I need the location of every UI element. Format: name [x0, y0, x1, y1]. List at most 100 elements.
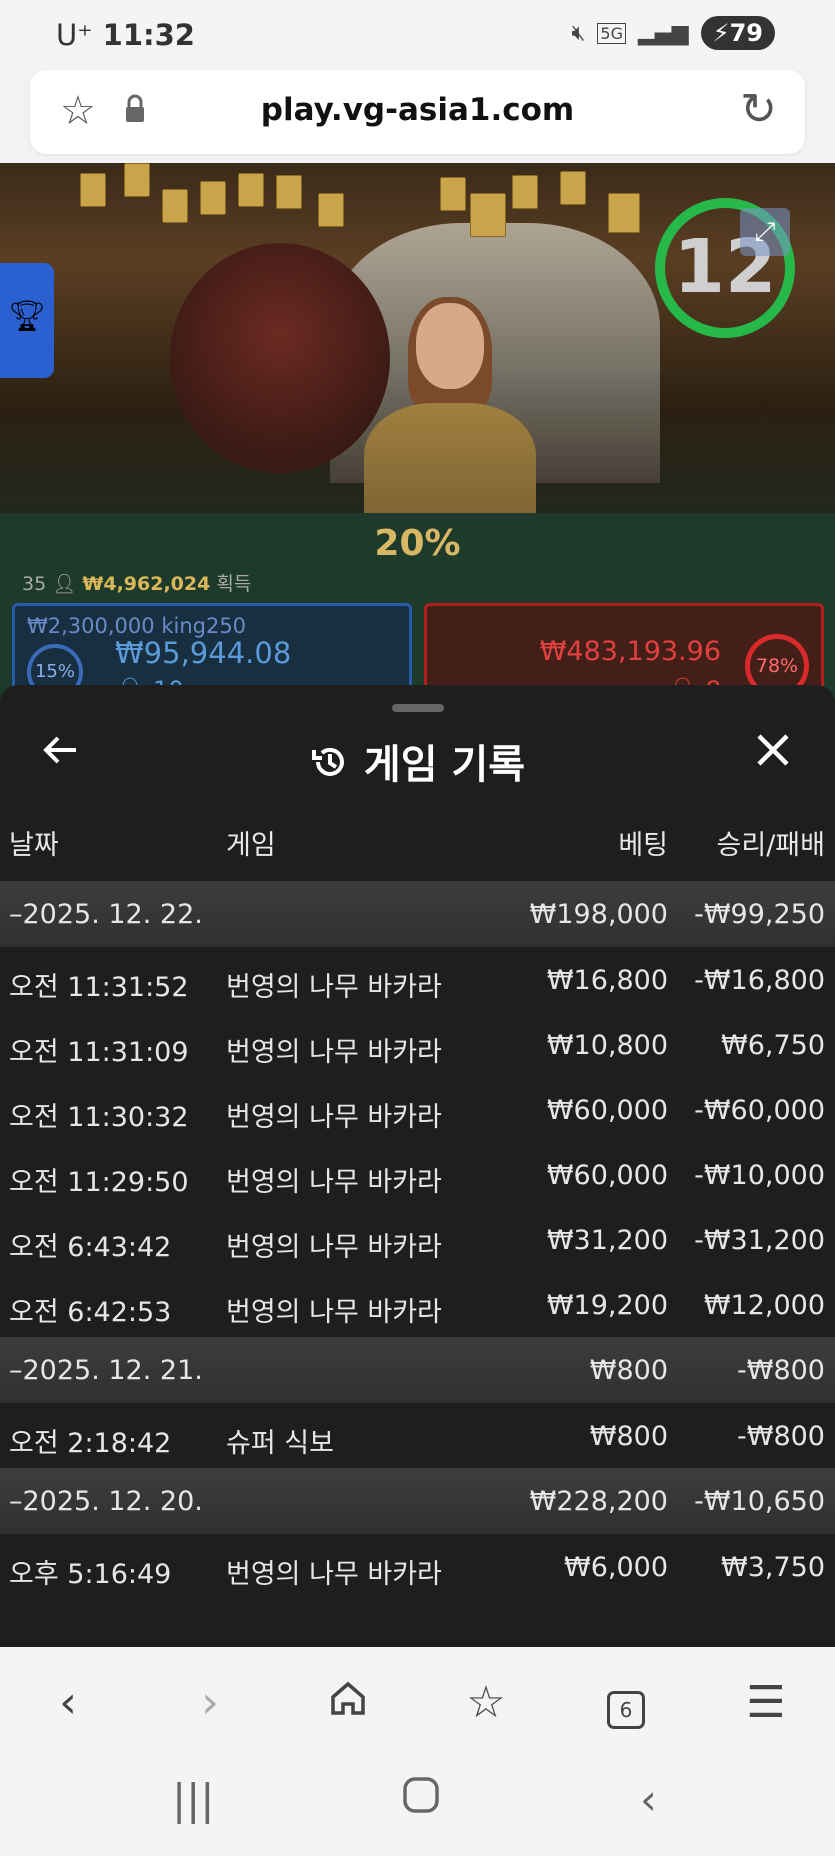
history-row: 오후 5:16:49 번영의 나무 바카라 ₩6,000 ₩3,750 [0, 1534, 835, 1599]
panel-title-text: 게임 기록 [363, 742, 526, 788]
close-icon[interactable] [753, 726, 793, 782]
status-bar: U⁺ 11:32 🔇︎ 5G ▂▄▆ ⚡79 [0, 0, 835, 70]
back-icon[interactable]: ‹ [38, 1677, 98, 1728]
carrier-label: U⁺ [56, 18, 93, 52]
win-amount: ₩4,962,024 [82, 573, 211, 595]
home-icon[interactable] [318, 1677, 378, 1730]
browser-nav-bar: ‹ › ☆ 6 ☰ [0, 1647, 835, 1757]
header-date: 날짜 [9, 830, 59, 861]
status-time-block: U⁺ 11:32 [56, 18, 195, 52]
tab-count: 6 [607, 1691, 645, 1729]
header-result: 승리/패배 [716, 830, 825, 861]
row-result: -₩60,000 [694, 1095, 825, 1126]
row-result: -₩31,200 [694, 1225, 825, 1256]
recent-apps-icon[interactable]: ||| [172, 1775, 214, 1824]
system-nav-bar: ||| ‹ [0, 1757, 835, 1856]
row-game: 번영의 나무 바카라 [226, 1167, 442, 1198]
row-date: 오후 5:16:49 [9, 1559, 172, 1590]
row-bet: ₩10,800 [546, 1030, 668, 1061]
row-date: –2025. 12. 22. [9, 899, 203, 930]
row-bet: ₩6,000 [564, 1552, 668, 1583]
history-row: 오전 6:43:42 번영의 나무 바카라 ₩31,200 -₩31,200 [0, 1207, 835, 1272]
date-group-row[interactable]: –2025. 12. 20. ₩228,200 -₩10,650 [0, 1468, 835, 1534]
player-prev: ₩2,300,000 king250 [27, 614, 246, 638]
hanging-card [560, 171, 586, 205]
hanging-card [470, 193, 506, 237]
row-bet: ₩31,200 [546, 1225, 668, 1256]
history-row: 오전 6:42:53 번영의 나무 바카라 ₩19,200 ₩12,000 [0, 1272, 835, 1337]
row-result: -₩800 [737, 1421, 825, 1452]
row-date: 오전 11:30:32 [9, 1102, 189, 1133]
history-row: 오전 11:29:50 번영의 나무 바카라 ₩60,000 -₩10,000 [0, 1142, 835, 1207]
row-game: 슈퍼 식보 [226, 1428, 334, 1459]
row-game: 번영의 나무 바카라 [226, 1297, 442, 1328]
dealer [350, 297, 550, 533]
hanging-card [608, 193, 640, 233]
row-game: 번영의 나무 바카라 [226, 972, 442, 1003]
row-result: ₩3,750 [721, 1552, 825, 1583]
player-prev-amount: ₩2,300,000 [27, 614, 155, 638]
center-percentage: 20% [374, 523, 461, 564]
row-result: -₩10,000 [694, 1160, 825, 1191]
history-icon [310, 742, 350, 792]
row-bet: ₩60,000 [546, 1095, 668, 1126]
dealer-head [416, 303, 484, 389]
forward-icon[interactable]: › [180, 1677, 240, 1728]
home-button-icon[interactable] [402, 1775, 440, 1824]
history-list: –2025. 12. 22. ₩198,000 -₩99,250 오전 11:31:5… [0, 881, 835, 1599]
row-game: 번영의 나무 바카라 [226, 1232, 442, 1263]
row-bet: ₩19,200 [546, 1290, 668, 1321]
status-icons: 🔇︎ 5G ▂▄▆ ⚡79 [572, 16, 775, 50]
screen: U⁺ 11:32 🔇︎ 5G ▂▄▆ ⚡79 ☆ play.vg-asia1.c… [0, 0, 835, 1856]
row-date: 오전 6:43:42 [9, 1232, 172, 1263]
row-result: -₩99,250 [694, 899, 825, 930]
drag-handle[interactable] [392, 704, 444, 712]
network-label: 5G [597, 22, 626, 44]
player-amount: ₩95,944.08 [115, 636, 292, 670]
row-bet: ₩800 [589, 1421, 668, 1452]
hanging-card [200, 181, 226, 215]
date-group-row[interactable]: –2025. 12. 22. ₩198,000 -₩99,250 [0, 881, 835, 947]
win-label: 획득 [216, 573, 252, 595]
players-count: 35 [22, 573, 47, 595]
hanging-card [318, 193, 344, 227]
header-game: 게임 [226, 830, 276, 861]
history-row: 오전 11:31:52 번영의 나무 바카라 ₩16,800 -₩16,800 [0, 947, 835, 1012]
menu-icon[interactable]: ☰ [736, 1677, 796, 1728]
history-row: 오전 2:18:42 슈퍼 식보 ₩800 -₩800 [0, 1403, 835, 1468]
row-bet: ₩800 [589, 1355, 668, 1386]
url-text[interactable]: play.vg-asia1.com [30, 92, 805, 128]
row-bet: ₩198,000 [529, 899, 668, 930]
system-back-icon[interactable]: ‹ [640, 1775, 657, 1824]
bookmarks-icon[interactable]: ☆ [456, 1677, 516, 1728]
hanging-card [80, 173, 106, 207]
history-row: 오전 11:30:32 번영의 나무 바카라 ₩60,000 -₩60,000 [0, 1077, 835, 1142]
date-group-row[interactable]: –2025. 12. 21. ₩800 -₩800 [0, 1337, 835, 1403]
tabs-icon[interactable]: 6 [596, 1677, 656, 1729]
hanging-card [238, 173, 264, 207]
row-date: 오전 11:29:50 [9, 1167, 189, 1198]
table-header: 날짜 게임 베팅 승리/패배 [0, 813, 835, 863]
expand-icon[interactable]: ⤢ [740, 208, 790, 256]
reload-icon[interactable]: ↻ [740, 84, 777, 135]
hanging-card [276, 175, 302, 209]
row-date: –2025. 12. 20. [9, 1486, 203, 1517]
panel-header: 게임 기록 [0, 720, 835, 800]
row-result: -₩10,650 [694, 1486, 825, 1517]
row-result: ₩6,750 [721, 1030, 825, 1061]
clock: 11:32 [102, 18, 195, 52]
banker-amount: ₩483,193.96 [539, 636, 721, 667]
row-bet: ₩228,200 [529, 1486, 668, 1517]
signal-icon: ▂▄▆ [637, 20, 689, 46]
panel-title: 게임 기록 [0, 732, 835, 792]
trophy-icon[interactable]: 🏆︎ [0, 263, 54, 378]
battery-level: 79 [729, 19, 763, 47]
hanging-card [162, 189, 188, 223]
win-summary: 35 👤︎ ₩4,962,024 획득 [22, 569, 251, 596]
row-date: 오전 2:18:42 [9, 1428, 172, 1459]
hanging-card [124, 163, 150, 197]
hanging-card [512, 175, 538, 209]
header-bet: 베팅 [618, 830, 668, 861]
game-stage: 20% 35 👤︎ ₩4,962,024 획득 ₩2,300,000 king2… [0, 163, 835, 703]
address-bar[interactable]: ☆ play.vg-asia1.com ↻ [30, 70, 805, 154]
